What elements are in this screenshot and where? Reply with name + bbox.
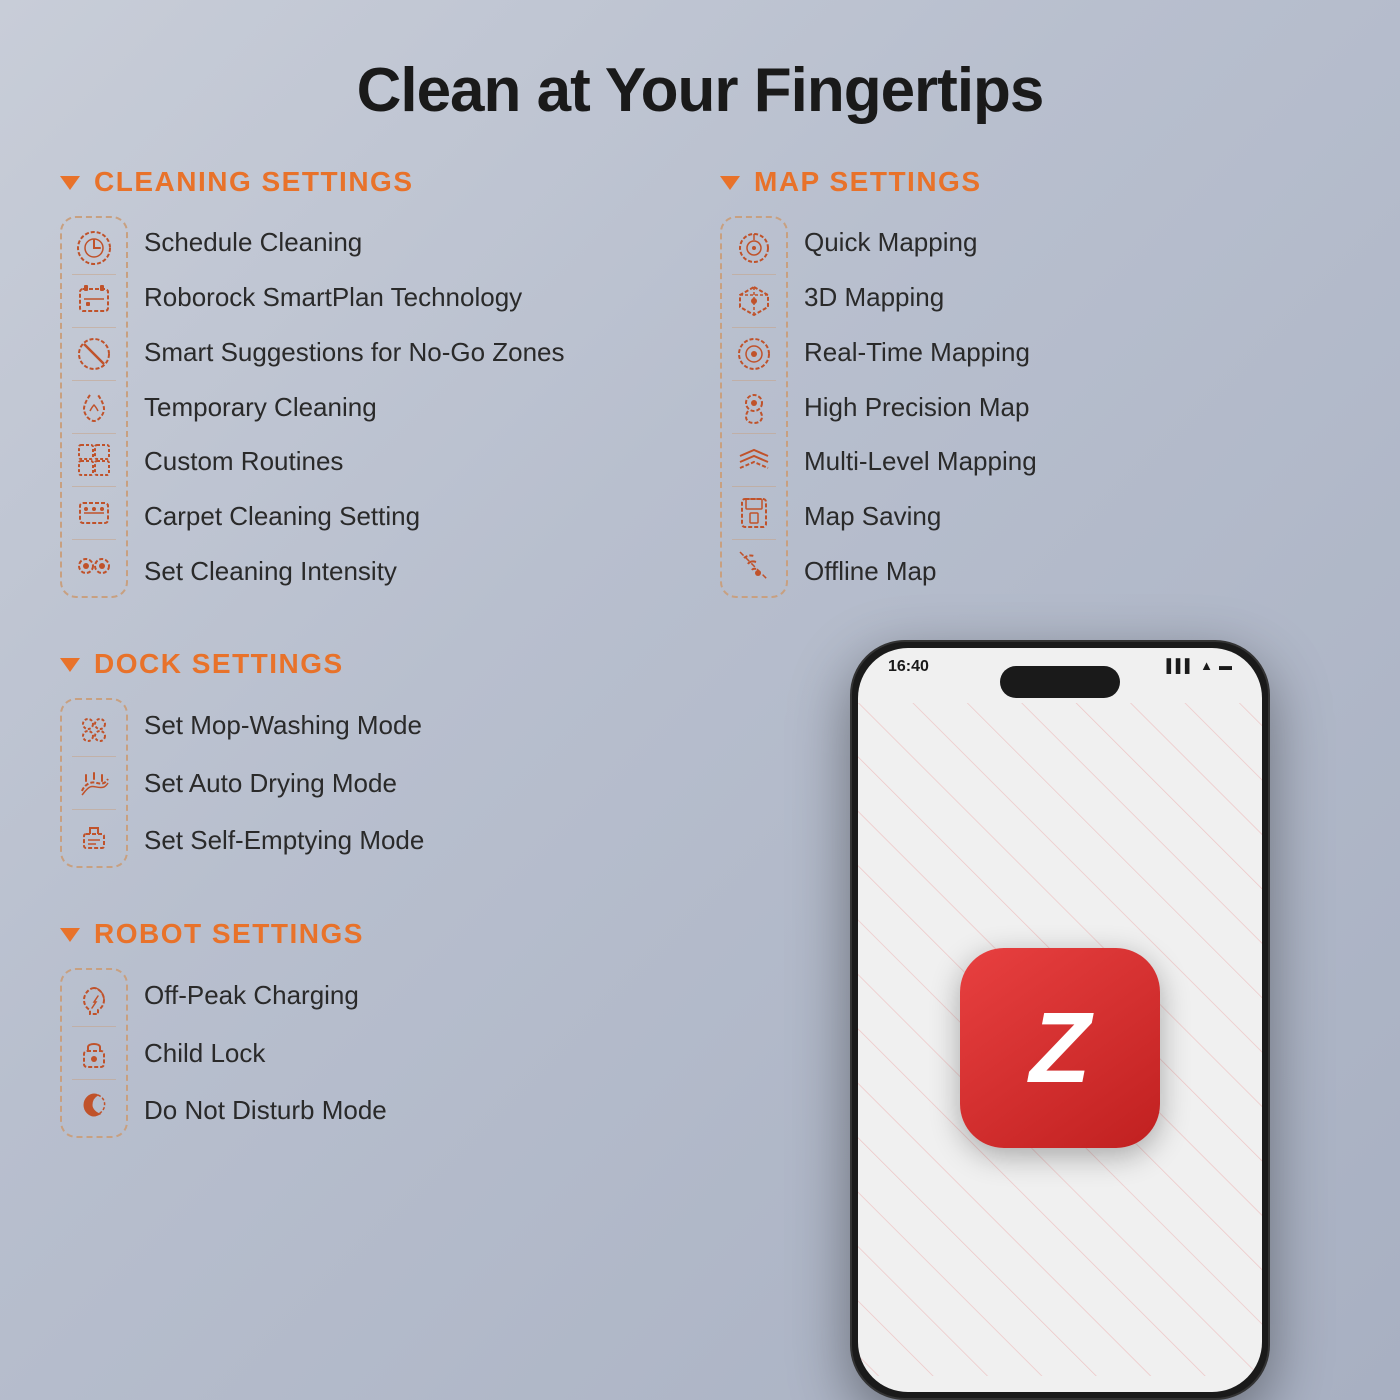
cleaning-intensity-icon xyxy=(72,544,116,588)
offline-map-icon xyxy=(732,544,776,588)
robot-settings-icons xyxy=(60,968,128,1138)
no-go-zones-label: Smart Suggestions for No-Go Zones xyxy=(144,331,565,374)
quick-mapping-label: Quick Mapping xyxy=(804,221,1037,264)
map-settings-text: Quick Mapping 3D Mapping Real-Time Mappi… xyxy=(804,216,1037,598)
off-peak-charging-label: Off-Peak Charging xyxy=(144,974,387,1017)
dock-settings-section: DOCK SETTINGS xyxy=(60,648,680,868)
temporary-cleaning-label: Temporary Cleaning xyxy=(144,386,565,429)
temporary-cleaning-icon xyxy=(72,385,116,429)
self-emptying-icon xyxy=(72,814,116,858)
phone-status-icons: ▌▌▌ ▲ ▬ xyxy=(1166,658,1232,673)
robot-settings-chevron[interactable] xyxy=(60,928,80,942)
map-saving-label: Map Saving xyxy=(804,495,1037,538)
schedule-cleaning-label: Schedule Cleaning xyxy=(144,221,565,264)
cleaning-settings-chevron[interactable] xyxy=(60,176,80,190)
battery-icon: ▬ xyxy=(1219,658,1232,673)
dock-settings-text: Set Mop-Washing Mode Set Auto Drying Mod… xyxy=(144,698,424,868)
high-precision-map-label: High Precision Map xyxy=(804,386,1037,429)
cleaning-intensity-label: Set Cleaning Intensity xyxy=(144,550,565,593)
cleaning-settings-title: CLEANING SETTINGS xyxy=(94,166,414,198)
wifi-icon: ▲ xyxy=(1200,658,1213,673)
do-not-disturb-label: Do Not Disturb Mode xyxy=(144,1089,387,1132)
phone-time: 16:40 xyxy=(888,658,929,676)
off-peak-charging-icon xyxy=(72,978,116,1022)
dock-settings-chevron[interactable] xyxy=(60,658,80,672)
custom-routines-icon xyxy=(72,438,116,482)
phone-screen: 16:40 ▌▌▌ ▲ ▬ xyxy=(858,648,1262,1392)
page-title: Clean at Your Fingertips xyxy=(0,0,1400,166)
phone-frame: 16:40 ▌▌▌ ▲ ▬ xyxy=(850,640,1270,1400)
smartplan-icon xyxy=(72,279,116,323)
phone-content: Z xyxy=(858,703,1262,1392)
carpet-cleaning-icon xyxy=(72,491,116,535)
schedule-cleaning-icon xyxy=(72,226,116,270)
robot-settings-title: ROBOT SETTINGS xyxy=(94,918,364,950)
z-app-icon[interactable]: Z xyxy=(960,948,1160,1148)
multi-level-mapping-icon xyxy=(732,438,776,482)
smartplan-label: Roborock SmartPlan Technology xyxy=(144,276,565,319)
z-letter: Z xyxy=(1029,998,1090,1098)
auto-drying-icon xyxy=(72,761,116,805)
no-go-zones-icon xyxy=(72,332,116,376)
child-lock-icon xyxy=(72,1031,116,1075)
child-lock-label: Child Lock xyxy=(144,1032,387,1075)
realtime-mapping-icon xyxy=(732,332,776,376)
self-emptying-label: Set Self-Emptying Mode xyxy=(144,819,424,862)
map-settings-section: MAP SETTINGS xyxy=(720,166,1340,598)
phone-status-bar: 16:40 ▌▌▌ ▲ ▬ xyxy=(858,648,1262,703)
cleaning-settings-section: CLEANING SETTINGS xyxy=(60,166,680,598)
multi-level-mapping-label: Multi-Level Mapping xyxy=(804,440,1037,483)
custom-routines-label: Custom Routines xyxy=(144,440,565,483)
left-column: CLEANING SETTINGS xyxy=(60,166,680,1138)
right-column: MAP SETTINGS xyxy=(720,166,1340,1138)
cleaning-settings-text: Schedule Cleaning Roborock SmartPlan Tec… xyxy=(144,216,565,598)
auto-drying-label: Set Auto Drying Mode xyxy=(144,762,424,805)
robot-settings-section: ROBOT SETTINGS xyxy=(60,918,680,1138)
map-settings-icons xyxy=(720,216,788,598)
3d-mapping-icon xyxy=(732,279,776,323)
signal-icon: ▌▌▌ xyxy=(1166,658,1194,673)
3d-mapping-label: 3D Mapping xyxy=(804,276,1037,319)
map-settings-title: MAP SETTINGS xyxy=(754,166,982,198)
map-saving-icon xyxy=(732,491,776,535)
dock-settings-title: DOCK SETTINGS xyxy=(94,648,344,680)
robot-settings-text: Off-Peak Charging Child Lock Do Not Dist… xyxy=(144,968,387,1138)
quick-mapping-icon xyxy=(732,226,776,270)
dock-settings-icons xyxy=(60,698,128,868)
phone-mockup: 16:40 ▌▌▌ ▲ ▬ xyxy=(770,600,1350,1400)
offline-map-label: Offline Map xyxy=(804,550,1037,593)
high-precision-map-icon xyxy=(732,385,776,429)
mop-washing-icon xyxy=(72,708,116,752)
cleaning-settings-icons xyxy=(60,216,128,598)
carpet-cleaning-label: Carpet Cleaning Setting xyxy=(144,495,565,538)
realtime-mapping-label: Real-Time Mapping xyxy=(804,331,1037,374)
do-not-disturb-icon xyxy=(72,1084,116,1128)
mop-washing-label: Set Mop-Washing Mode xyxy=(144,704,424,747)
map-settings-chevron[interactable] xyxy=(720,176,740,190)
